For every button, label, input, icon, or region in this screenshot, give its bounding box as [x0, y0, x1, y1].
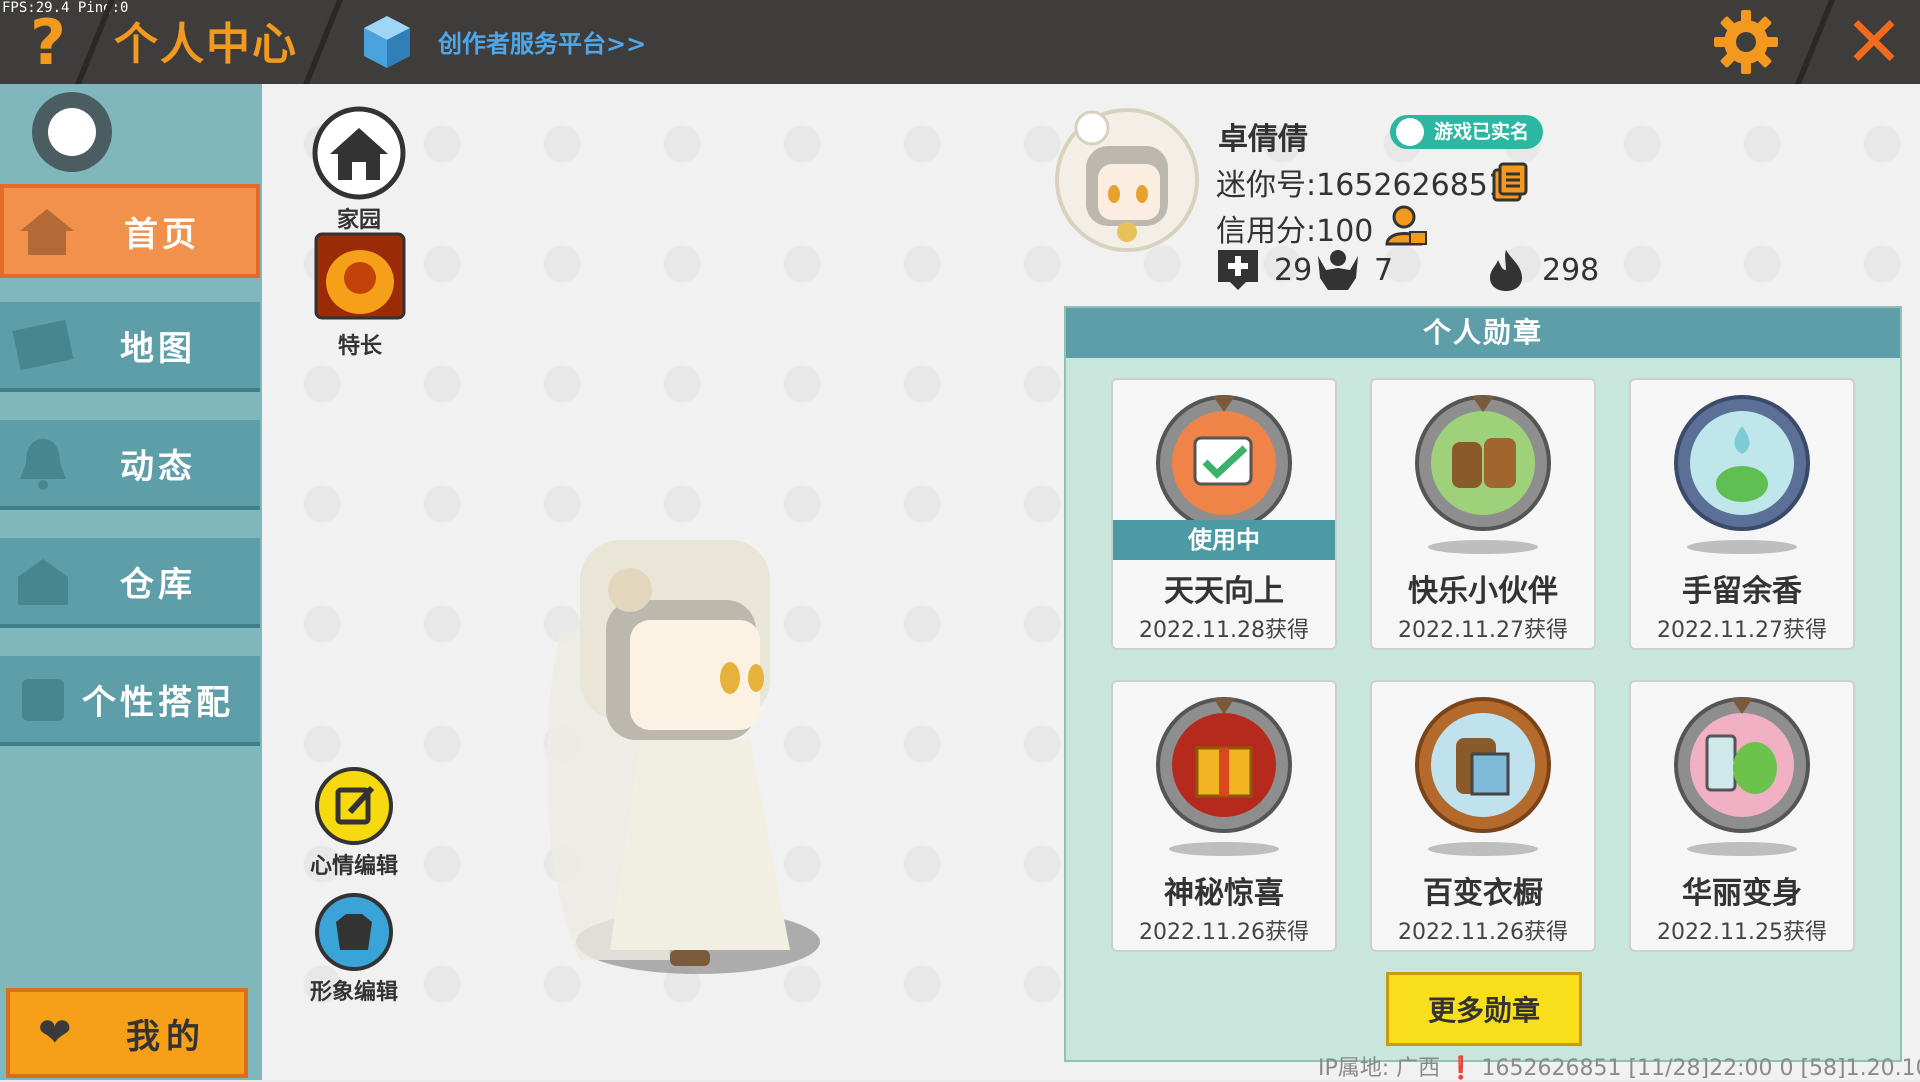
medal-panel-title: 个人勋章 [1066, 308, 1900, 358]
player-name: 卓倩倩 [1218, 122, 1308, 157]
mine-button[interactable]: ❤ 我的 [6, 988, 248, 1078]
medal-shadow [1687, 842, 1797, 856]
credit-score: 信用分:100 [1216, 214, 1374, 249]
medal-shadow [1428, 842, 1538, 856]
mood-edit-button[interactable]: 心情编辑 [310, 766, 398, 880]
fragrance-medal-icon [1674, 395, 1810, 531]
avatar-toggle[interactable] [32, 92, 112, 172]
stat-fans[interactable]: 7 [1316, 248, 1393, 292]
medal-name: 华丽变身 [1682, 876, 1802, 911]
realname-label: 游戏已实名 [1434, 121, 1530, 143]
home-button[interactable]: 家园 [312, 106, 406, 234]
more-medals-button[interactable]: 更多勋章 [1386, 972, 1582, 1046]
sidebar-item-outfit[interactable]: 个性搭配 [0, 656, 260, 746]
sidebar-item-feed[interactable]: 动态 [0, 420, 260, 510]
mood-edit-label: 心情编辑 [310, 854, 399, 879]
medal-shadow [1687, 540, 1797, 554]
medal-card[interactable]: 手留余香 2022.11.27获得 [1629, 378, 1855, 650]
player-character[interactable] [520, 510, 870, 980]
sidebar-item-map[interactable]: 地图 [0, 302, 260, 392]
talent-label: 特长 [337, 334, 382, 359]
medal-name: 手留余香 [1682, 574, 1802, 609]
flame-character-icon [314, 232, 406, 320]
transform-medal-icon [1674, 697, 1810, 833]
bell-icon [20, 439, 66, 490]
stat-popularity-value: 298 [1542, 252, 1600, 288]
warehouse-icon [18, 559, 68, 605]
creator-platform-link[interactable]: 创作者服务平台>> [438, 24, 646, 59]
medal-date: 2022.11.28获得 [1139, 618, 1309, 643]
character-icon [22, 679, 64, 721]
heart-icon: ❤ [38, 1010, 72, 1056]
profile-avatar[interactable] [1052, 100, 1202, 258]
medal-date: 2022.11.27获得 [1398, 618, 1568, 643]
medal-card[interactable]: 华丽变身 2022.11.25获得 [1629, 680, 1855, 952]
fans-icon [1318, 250, 1358, 290]
medal-name: 快乐小伙伴 [1408, 574, 1558, 609]
medal-shadow [1428, 540, 1538, 554]
copy-icon[interactable] [1492, 162, 1528, 202]
medal-name: 百变衣橱 [1423, 876, 1543, 911]
medal-panel: 个人勋章 使用中 天天向上 2022.11.28获得 快乐小伙伴 2022.11… [1064, 306, 1902, 1062]
help-button[interactable]: ? [12, 6, 84, 79]
sidebar-item-label: 动态 [120, 446, 196, 487]
medal-date: 2022.11.25获得 [1657, 920, 1827, 945]
sidebar-item-label: 个性搭配 [82, 682, 234, 723]
page-title: 个人中心 [114, 19, 298, 70]
sidebar-item-label: 地图 [120, 328, 196, 369]
medal-date: 2022.11.26获得 [1139, 920, 1309, 945]
fire-icon [1490, 250, 1522, 291]
stat-popularity[interactable]: 298 [1484, 248, 1599, 292]
divider [303, 0, 343, 84]
person-icon [1396, 118, 1424, 146]
footer-info: IP属地: 广西 ❗ 1652626851 [11/28]22:00 0 [58… [1318, 1056, 1920, 1081]
close-button[interactable]: ✕ [1836, 1, 1912, 83]
cube-icon [364, 16, 410, 68]
sidebar-item-home[interactable]: 首页 [0, 184, 260, 278]
outfit-icon [315, 893, 393, 971]
medal-card[interactable]: 使用中 天天向上 2022.11.28获得 [1111, 378, 1337, 650]
friends-medal-icon [1415, 395, 1551, 531]
mini-id: 迷你号:1652626851 [1216, 168, 1507, 203]
house-icon [20, 209, 74, 255]
medal-card[interactable]: 快乐小伙伴 2022.11.27获得 [1370, 378, 1596, 650]
sidebar-item-label: 首页 [124, 214, 200, 255]
medal-date: 2022.11.27获得 [1657, 618, 1827, 643]
medal-card[interactable]: 神秘惊喜 2022.11.26获得 [1111, 680, 1337, 952]
calendar-medal-icon [1156, 395, 1292, 531]
map-icon [12, 319, 74, 371]
house-icon [312, 106, 406, 200]
gift-medal-icon [1156, 697, 1292, 833]
wardrobe-medal-icon [1415, 697, 1551, 833]
sidebar-item-label: 仓库 [120, 564, 196, 605]
image-edit-button[interactable]: 形象编辑 [310, 892, 398, 1006]
plus-box-icon [1218, 250, 1258, 290]
in-use-label: 使用中 [1113, 520, 1335, 560]
stat-fans-value: 7 [1374, 252, 1394, 288]
medal-name: 天天向上 [1164, 574, 1284, 609]
medal-shadow [1169, 842, 1279, 856]
medal-name: 神秘惊喜 [1164, 876, 1284, 911]
divider [1795, 0, 1835, 84]
edit-icon [315, 767, 393, 845]
image-edit-label: 形象编辑 [310, 980, 399, 1005]
mine-label: 我的 [126, 1016, 206, 1057]
credit-user-icon[interactable] [1384, 204, 1428, 248]
talent-button[interactable]: 特长 [314, 232, 406, 360]
home-label: 家园 [336, 208, 381, 233]
sidebar-item-storage[interactable]: 仓库 [0, 538, 260, 628]
stat-add-value: 29 [1274, 252, 1313, 288]
stat-add[interactable]: 29 [1216, 248, 1312, 292]
gear-icon[interactable] [1712, 8, 1780, 76]
medal-card[interactable]: 百变衣橱 2022.11.26获得 [1370, 680, 1596, 952]
medal-date: 2022.11.26获得 [1398, 920, 1568, 945]
realname-badge: 游戏已实名 [1390, 115, 1544, 149]
top-bar: FPS:29.4 Ping:0 ? 个人中心 创作者服务平台>> ✕ [0, 0, 1920, 84]
